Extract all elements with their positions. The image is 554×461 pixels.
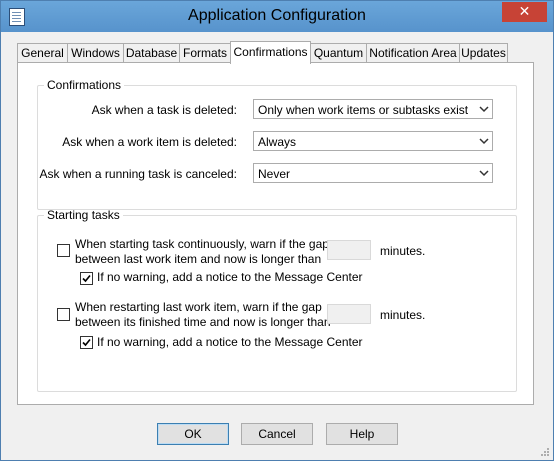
notice-message-center-restarting-label: If no warning, add a notice to the Messa…	[97, 335, 363, 349]
task-canceled-value: Never	[258, 167, 291, 181]
tab-updates[interactable]: Updates	[459, 43, 508, 63]
notice-message-center-restarting-checkbox[interactable]	[80, 336, 93, 349]
chevron-down-icon	[479, 106, 489, 113]
task-deleted-value: Only when work items or subtasks exist	[258, 103, 469, 117]
tab-confirmations[interactable]: Confirmations	[230, 41, 311, 64]
task-deleted-label: Ask when a task is deleted:	[91, 103, 237, 117]
warn-gap-restarting-line1: When restarting last work item, warn if …	[75, 300, 322, 314]
close-icon: ✕	[518, 3, 531, 19]
window-title: Application Configuration	[188, 7, 366, 24]
gap-minutes-starting-input[interactable]	[327, 240, 371, 260]
confirmations-legend: Confirmations	[47, 78, 122, 92]
task-deleted-select[interactable]: Only when work items or subtasks exist	[253, 99, 493, 119]
close-button[interactable]: ✕	[502, 2, 547, 22]
help-button[interactable]: Help	[326, 423, 398, 445]
checkmark-icon	[82, 274, 91, 283]
tab-windows[interactable]: Windows	[67, 43, 124, 63]
confirmations-tab-page: Confirmations Ask when a task is deleted…	[17, 62, 534, 405]
app-config-window: Application Configuration ✕ General Wind…	[0, 0, 554, 461]
chevron-down-icon	[479, 170, 489, 177]
task-canceled-select[interactable]: Never	[253, 163, 493, 183]
warn-gap-restarting-label: When restarting last work item, warn if …	[75, 300, 331, 330]
tab-formats[interactable]: Formats	[179, 43, 231, 63]
work-item-deleted-select[interactable]: Always	[253, 131, 493, 151]
work-item-deleted-value: Always	[258, 135, 297, 149]
warn-gap-restarting-line2: between its finished time and now is lon…	[75, 315, 331, 329]
gap-minutes-restarting-unit: minutes.	[380, 308, 426, 322]
notice-message-center-starting-checkbox[interactable]	[80, 272, 93, 285]
cancel-button[interactable]: Cancel	[241, 423, 313, 445]
ok-button[interactable]: OK	[157, 423, 229, 445]
work-item-deleted-label: Ask when a work item is deleted:	[62, 135, 237, 149]
tab-quantum[interactable]: Quantum	[310, 43, 367, 63]
warn-gap-starting-line1: When starting task continuously, warn if…	[75, 237, 329, 251]
notice-message-center-starting-label: If no warning, add a notice to the Messa…	[97, 270, 363, 284]
gap-minutes-restarting-input[interactable]	[327, 304, 371, 324]
warn-gap-starting-label: When starting task continuously, warn if…	[75, 237, 329, 267]
gap-minutes-starting-unit: minutes.	[380, 244, 426, 258]
resize-grip-icon[interactable]	[540, 447, 550, 457]
warn-gap-starting-line2: between last work item and now is longer…	[75, 252, 322, 266]
checkmark-icon	[82, 338, 91, 347]
warn-gap-starting-checkbox[interactable]	[57, 244, 70, 257]
task-canceled-label: Ask when a running task is canceled:	[39, 167, 237, 181]
warn-gap-restarting-checkbox[interactable]	[57, 308, 70, 321]
tab-database[interactable]: Database	[123, 43, 180, 63]
chevron-down-icon	[479, 138, 489, 145]
tab-notification-area[interactable]: Notification Area	[366, 43, 460, 63]
tab-general[interactable]: General	[17, 43, 68, 63]
title-bar[interactable]: Application Configuration ✕	[1, 1, 553, 32]
starting-tasks-legend: Starting tasks	[47, 208, 120, 222]
